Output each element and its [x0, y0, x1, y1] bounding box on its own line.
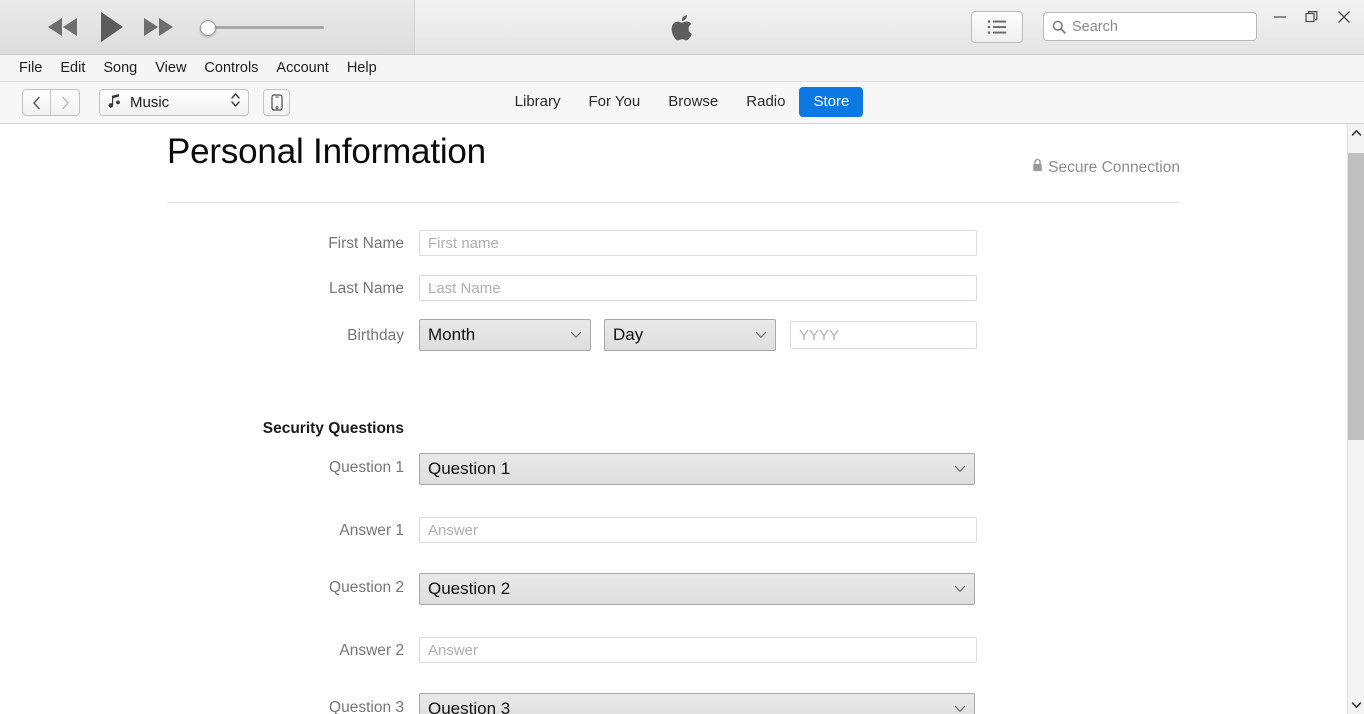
- row-first-name: First Name: [0, 224, 1348, 269]
- birthday-month-select[interactable]: Month: [419, 319, 591, 351]
- menu-file[interactable]: File: [10, 58, 51, 79]
- menu-song[interactable]: Song: [94, 58, 146, 79]
- tab-for-you[interactable]: For You: [575, 87, 655, 117]
- rewind-icon[interactable]: [44, 15, 82, 39]
- first-name-field[interactable]: [419, 230, 977, 256]
- search-icon: [1052, 20, 1066, 34]
- search-input[interactable]: [1072, 18, 1248, 35]
- title-divider: [167, 202, 1180, 203]
- question-1-label: Question 1: [329, 459, 404, 476]
- scroll-down-arrow-icon[interactable]: [1348, 696, 1364, 714]
- birthday-label: Birthday: [347, 327, 404, 344]
- answer-2-field[interactable]: [419, 637, 977, 663]
- menu-edit[interactable]: Edit: [51, 58, 94, 79]
- menu-view[interactable]: View: [146, 58, 195, 79]
- tab-library[interactable]: Library: [501, 87, 575, 117]
- menu-help[interactable]: Help: [338, 58, 386, 79]
- first-name-label: First Name: [328, 235, 404, 252]
- row-answer-2: Answer 2: [0, 627, 1348, 684]
- minimize-icon[interactable]: [1264, 2, 1296, 32]
- answer-1-field[interactable]: [419, 517, 977, 543]
- window-controls: [1264, 2, 1360, 32]
- question-2-label: Question 2: [329, 579, 404, 596]
- tab-store[interactable]: Store: [799, 87, 864, 117]
- itunes-window: File Edit Song View Controls Account Hel…: [0, 0, 1364, 714]
- content-area: Personal Information Secure Connection F…: [0, 124, 1348, 714]
- birthday-day-select[interactable]: Day: [604, 319, 776, 351]
- chevron-down-icon: [570, 331, 582, 339]
- secure-connection-label: Secure Connection: [1048, 158, 1180, 176]
- question-1-value: Question 1: [428, 459, 511, 478]
- last-name-label: Last Name: [329, 280, 404, 297]
- up-next-list-button[interactable]: [971, 11, 1023, 43]
- search-box[interactable]: [1043, 12, 1257, 41]
- birthday-day-value: Day: [613, 325, 644, 344]
- security-questions-heading: Security Questions: [262, 420, 404, 437]
- menu-account[interactable]: Account: [267, 58, 337, 79]
- row-question-2: Question 2 Question 2: [0, 564, 1348, 627]
- chevron-down-icon: [954, 705, 966, 713]
- menu-controls[interactable]: Controls: [195, 58, 267, 79]
- row-question-1: Question 1 Question 1: [0, 444, 1348, 507]
- row-last-name: Last Name: [0, 269, 1348, 314]
- question-3-value: Question 3: [428, 699, 511, 714]
- tab-radio[interactable]: Radio: [732, 87, 799, 117]
- answer-2-input[interactable]: [428, 641, 968, 659]
- scroll-thumb[interactable]: [1348, 153, 1364, 440]
- close-icon[interactable]: [1328, 2, 1360, 32]
- row-answer-1: Answer 1: [0, 507, 1348, 564]
- apple-logo-icon: [667, 11, 699, 45]
- question-3-label: Question 3: [329, 699, 404, 714]
- play-icon[interactable]: [96, 10, 126, 44]
- list-icon: [987, 20, 1006, 34]
- volume-slider[interactable]: [200, 20, 324, 36]
- answer-1-input[interactable]: [428, 521, 968, 539]
- first-name-input[interactable]: [428, 234, 968, 252]
- row-birthday: Birthday Month Day: [0, 314, 1348, 366]
- chevron-down-icon: [954, 585, 966, 593]
- answer-2-label: Answer 2: [339, 642, 404, 659]
- birthday-year-input[interactable]: [799, 326, 968, 344]
- question-3-select[interactable]: Question 3: [419, 693, 975, 714]
- vertical-scrollbar[interactable]: [1347, 124, 1364, 714]
- question-2-value: Question 2: [428, 579, 511, 598]
- lock-icon: [1032, 158, 1043, 177]
- menu-bar: File Edit Song View Controls Account Hel…: [0, 55, 1364, 82]
- transport-controls: [44, 10, 178, 44]
- page-title: Personal Information: [167, 132, 486, 171]
- chevron-down-icon: [954, 465, 966, 473]
- restore-icon[interactable]: [1296, 2, 1328, 32]
- personal-information-form: First Name Last Name Birthday Month: [0, 224, 1348, 714]
- question-2-select[interactable]: Question 2: [419, 573, 975, 605]
- chevron-down-icon: [755, 331, 767, 339]
- last-name-field[interactable]: [419, 275, 977, 301]
- scroll-up-arrow-icon[interactable]: [1348, 124, 1364, 142]
- answer-1-label: Answer 1: [339, 522, 404, 539]
- secure-connection-status: Secure Connection: [1032, 158, 1180, 177]
- question-1-select[interactable]: Question 1: [419, 453, 975, 485]
- tab-browse[interactable]: Browse: [654, 87, 732, 117]
- birthday-year-field[interactable]: [790, 321, 977, 349]
- store-tabs: Library For You Browse Radio Store: [0, 87, 1364, 117]
- fast-forward-icon[interactable]: [140, 15, 178, 39]
- last-name-input[interactable]: [428, 279, 968, 297]
- title-bar: [0, 0, 1364, 55]
- volume-track: [206, 26, 324, 29]
- volume-knob[interactable]: [200, 20, 216, 36]
- birthday-month-value: Month: [428, 325, 476, 344]
- row-question-3: Question 3 Question 3: [0, 684, 1348, 714]
- row-security-heading: Security Questions: [0, 366, 1348, 444]
